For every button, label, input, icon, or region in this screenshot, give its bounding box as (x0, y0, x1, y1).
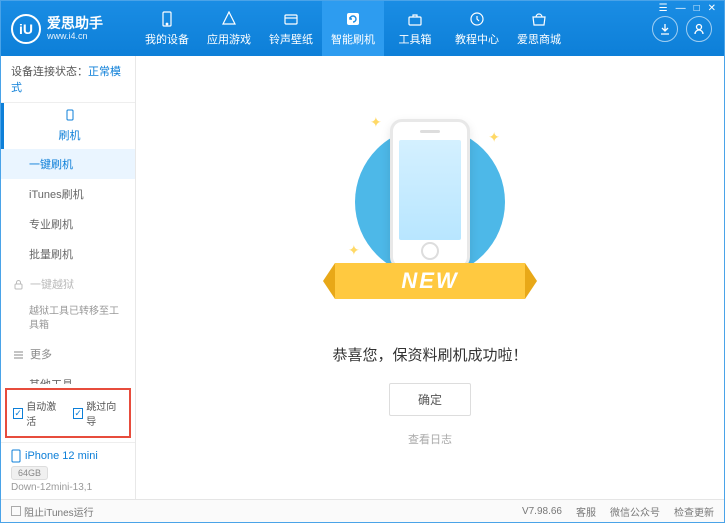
store-icon (530, 10, 548, 28)
wechat-link[interactable]: 微信公众号 (610, 504, 660, 519)
user-button[interactable] (686, 16, 712, 42)
storage-badge: 64GB (11, 466, 48, 480)
minimize-button[interactable]: — (674, 3, 688, 14)
nav-flash[interactable]: 智能刷机 (322, 1, 384, 56)
app-name: 爱思助手 (47, 15, 103, 31)
sidebar-item-itunes[interactable]: iTunes刷机 (1, 179, 135, 209)
nav-label: 工具箱 (399, 31, 432, 47)
options-highlighted-box: ✓自动激活 ✓跳过向导 (5, 388, 131, 438)
nav-label: 我的设备 (145, 31, 189, 47)
app-header: iU 爱思助手 www.i4.cn 我的设备 应用游戏 铃声壁纸 智能刷机 工具… (1, 1, 724, 56)
app-logo: iU 爱思助手 www.i4.cn (1, 14, 136, 44)
download-button[interactable] (652, 16, 678, 42)
settings-icon[interactable]: ☰ (657, 3, 670, 14)
refresh-icon (344, 10, 362, 28)
apps-icon (220, 10, 238, 28)
card-icon (282, 10, 300, 28)
device-status: 设备连接状态：正常模式 (1, 56, 135, 103)
nav-toolbox[interactable]: 工具箱 (384, 1, 446, 56)
checkbox-auto-activate[interactable]: ✓自动激活 (13, 398, 63, 428)
phone-icon (11, 449, 21, 463)
support-link[interactable]: 客服 (576, 504, 596, 519)
sidebar-item-batch[interactable]: 批量刷机 (1, 239, 135, 269)
checkbox-skip-guide[interactable]: ✓跳过向导 (73, 398, 123, 428)
nav-store[interactable]: 爱思商城 (508, 1, 570, 56)
status-bar: 阻止iTunes运行 V7.98.66 客服 微信公众号 检查更新 (1, 499, 724, 522)
update-link[interactable]: 检查更新 (674, 504, 714, 519)
sidebar-section-more[interactable]: 更多 (1, 339, 135, 369)
success-illustration: ✦ ✦ ✦ NEW (340, 109, 520, 329)
version-label: V7.98.66 (522, 506, 562, 517)
connected-device[interactable]: iPhone 12 mini 64GB Down-12mini-13,1 (1, 442, 135, 499)
sidebar-item-pro[interactable]: 专业刷机 (1, 209, 135, 239)
close-button[interactable]: ✕ (706, 3, 718, 14)
app-url: www.i4.cn (47, 31, 103, 42)
view-log-link[interactable]: 查看日志 (408, 431, 452, 447)
sidebar: 设备连接状态：正常模式 刷机 一键刷机 iTunes刷机 专业刷机 批量刷机 一… (1, 56, 136, 499)
device-model: Down-12mini-13,1 (11, 482, 125, 493)
jailbreak-moved-note: 越狱工具已转移至工具箱 (1, 299, 135, 339)
nav-label: 智能刷机 (331, 31, 375, 47)
main-nav: 我的设备 应用游戏 铃声壁纸 智能刷机 工具箱 教程中心 爱思商城 (136, 1, 652, 56)
nav-label: 应用游戏 (207, 31, 251, 47)
toolbox-icon (406, 10, 424, 28)
phone-icon (64, 109, 76, 121)
checkbox-block-itunes[interactable]: 阻止iTunes运行 (11, 504, 94, 519)
maximize-button[interactable]: □ (692, 3, 702, 14)
phone-icon (158, 10, 176, 28)
window-controls: ☰ — □ ✕ (657, 3, 718, 14)
sidebar-section-flash[interactable]: 刷机 (1, 103, 135, 149)
main-content: ✦ ✦ ✦ NEW 恭喜您，保资料刷机成功啦！ 确定 查看日志 (136, 56, 724, 499)
sidebar-item-oneclick[interactable]: 一键刷机 (1, 149, 135, 179)
nav-ringtones[interactable]: 铃声壁纸 (260, 1, 322, 56)
nav-label: 教程中心 (455, 31, 499, 47)
nav-tutorials[interactable]: 教程中心 (446, 1, 508, 56)
new-ribbon: NEW (335, 263, 525, 299)
nav-label: 铃声壁纸 (269, 31, 313, 47)
book-icon (468, 10, 486, 28)
lock-icon (13, 279, 24, 290)
ok-button[interactable]: 确定 (389, 383, 471, 416)
menu-icon (13, 349, 24, 360)
sidebar-section-jailbreak: 一键越狱 (1, 269, 135, 299)
nav-apps[interactable]: 应用游戏 (198, 1, 260, 56)
nav-label: 爱思商城 (517, 31, 561, 47)
success-message: 恭喜您，保资料刷机成功啦！ (332, 344, 527, 365)
nav-my-device[interactable]: 我的设备 (136, 1, 198, 56)
logo-icon: iU (11, 14, 41, 44)
sidebar-item-other[interactable]: 其他工具 (1, 369, 135, 384)
